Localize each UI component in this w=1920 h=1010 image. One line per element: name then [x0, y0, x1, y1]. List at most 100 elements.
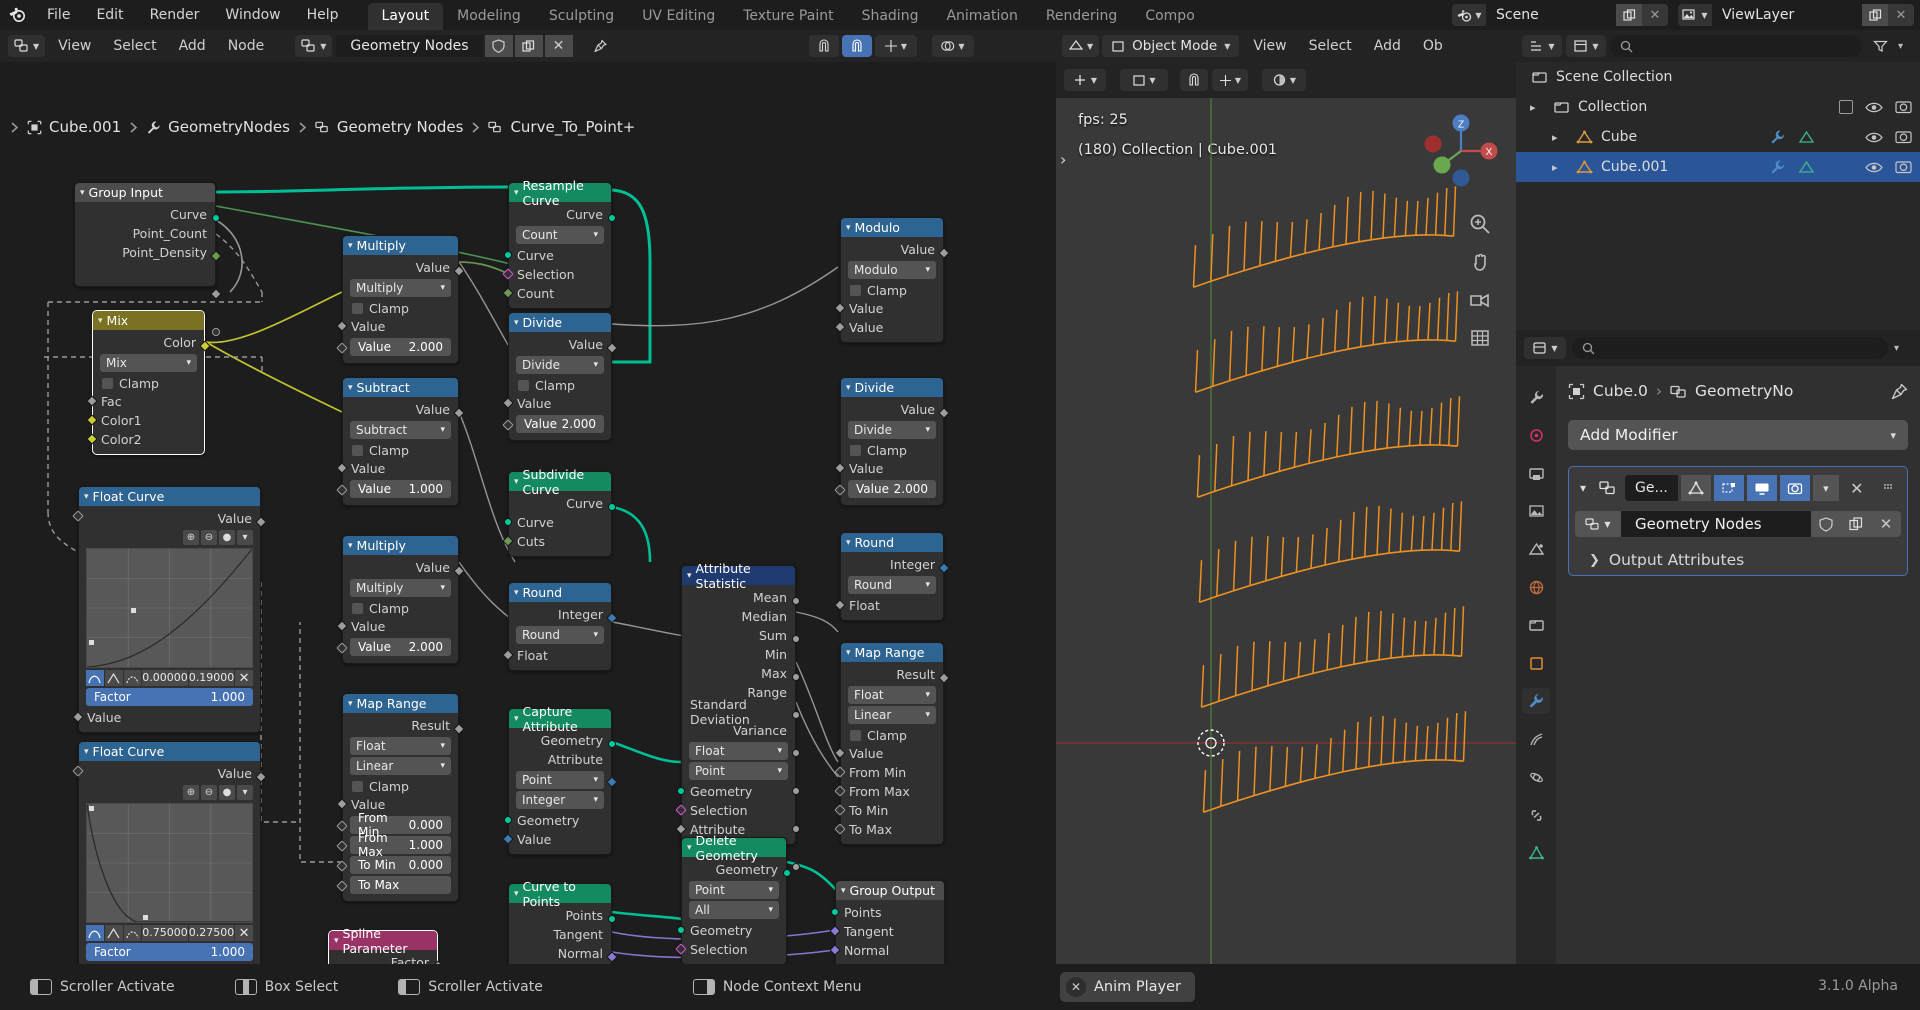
- node-header[interactable]: ▾ Multiply: [343, 236, 458, 255]
- properties-tab-render[interactable]: [1522, 422, 1550, 448]
- auto-handle-icon[interactable]: [123, 670, 142, 686]
- chevron-down-icon[interactable]: ▾: [348, 383, 353, 393]
- curve-point-y[interactable]: 0.27500: [188, 925, 235, 941]
- node-divide_2[interactable]: ▾ Divide Value Divide ▾ Clamp Value Value 2.000: [834, 377, 950, 506]
- chevron-down-icon[interactable]: ▾: [514, 477, 519, 487]
- socket-from-max[interactable]: [834, 785, 846, 797]
- node-dropdown[interactable]: Point ▾: [689, 762, 788, 780]
- socket-to-max[interactable]: [834, 823, 846, 835]
- nodetree-name[interactable]: Geometry Nodes: [336, 35, 483, 57]
- socket-geometry[interactable]: [608, 740, 616, 748]
- chevron-down-icon[interactable]: ▾: [514, 318, 519, 328]
- checkbox[interactable]: [352, 602, 363, 614]
- properties-tab-object-props[interactable]: [1522, 650, 1550, 676]
- top-menu-render[interactable]: Render: [137, 0, 213, 30]
- socket-result[interactable]: [453, 723, 465, 735]
- socket-value[interactable]: [255, 516, 267, 528]
- node-attribute_statistic[interactable]: ▾ Attribute Statistic Mean Median Sum Min Max R…: [675, 561, 800, 871]
- node-header[interactable]: ▾ Group Output: [836, 881, 944, 900]
- socket-to-max[interactable]: [336, 880, 348, 892]
- socket-max[interactable]: [792, 749, 800, 757]
- socket-attribute[interactable]: [675, 823, 687, 835]
- viewport-menu-select[interactable]: Select: [1298, 38, 1363, 54]
- breadcrumb-item-1[interactable]: GeometryNodes: [146, 118, 290, 136]
- collection-checkbox[interactable]: [1839, 100, 1853, 114]
- node-dropdown[interactable]: All ▾: [689, 901, 779, 919]
- modifier-wrench-icon[interactable]: [1769, 159, 1786, 175]
- outliner-display-mode-icon[interactable]: ▼: [1566, 35, 1606, 57]
- socket-value[interactable]: [938, 247, 950, 259]
- node-value-field[interactable]: From Max 1.000: [336, 831, 451, 859]
- outliner-filter-chevron-icon[interactable]: ▾: [1898, 41, 1914, 52]
- duplicate-icon[interactable]: [1841, 511, 1871, 537]
- workspace-tab-shading[interactable]: Shading: [848, 3, 933, 30]
- curve-point[interactable]: [89, 806, 94, 811]
- node-dropdown[interactable]: Count ▾: [516, 226, 604, 244]
- fake-user-icon[interactable]: [484, 35, 513, 57]
- properties-tab-scene[interactable]: [1522, 536, 1550, 562]
- chevron-down-icon[interactable]: ▾: [514, 188, 519, 198]
- node-subtract[interactable]: ▾ Subtract Value Subtract ▾ Clamp Value Value 1.…: [336, 377, 465, 506]
- x-icon[interactable]: ✕: [1871, 511, 1901, 537]
- socket-tangent[interactable]: [829, 925, 841, 937]
- chevron-down-icon[interactable]: ▾: [846, 538, 851, 548]
- properties-tab-constraints[interactable]: [1522, 802, 1550, 828]
- auto-clamped-handle-icon[interactable]: [86, 925, 104, 941]
- properties-tab-output[interactable]: [1522, 460, 1550, 486]
- chevron-down-icon[interactable]: ▾: [348, 541, 353, 551]
- node-checkbox-row[interactable]: Clamp: [841, 441, 943, 459]
- node-delete_geometry[interactable]: ▾ Delete Geometry Geometry Point ▾ All ▾ Geomet…: [675, 833, 791, 964]
- checkbox[interactable]: [850, 729, 861, 741]
- node-curve_to_points[interactable]: ▾Curve to PointsPointsTangentNormalRotat…: [508, 879, 618, 964]
- socket-curve[interactable]: [212, 214, 220, 222]
- zoom-in-icon[interactable]: ⊕: [183, 785, 199, 800]
- chevron-down-icon[interactable]: ▾: [846, 383, 851, 393]
- node-checkbox-row[interactable]: Clamp: [93, 374, 204, 392]
- properties-breadcrumb-modifier[interactable]: GeometryNo: [1695, 382, 1793, 400]
- modifier-nodegroup-name[interactable]: Geometry Nodes: [1621, 511, 1811, 537]
- chevron-down-icon[interactable]: ▾: [237, 785, 253, 800]
- zoom-out-icon[interactable]: ⊖: [201, 530, 217, 545]
- socket-color[interactable]: [199, 340, 211, 352]
- chevron-down-icon[interactable]: ▾: [514, 588, 519, 598]
- properties-search-input[interactable]: [1572, 337, 1888, 359]
- pin-icon[interactable]: [585, 35, 617, 57]
- node-header[interactable]: ▾ Curve to Points: [509, 879, 611, 909]
- hide-in-viewport-icon[interactable]: [1865, 161, 1883, 174]
- node-menu-select[interactable]: Select: [102, 38, 167, 54]
- expand-arrow-icon[interactable]: ▸: [1552, 161, 1558, 174]
- top-menu-window[interactable]: Window: [212, 0, 293, 30]
- node-dropdown[interactable]: Modulo ▾: [848, 261, 936, 279]
- node-header[interactable]: ▾ Divide: [841, 378, 943, 397]
- node-dropdown[interactable]: Float ▾: [848, 686, 936, 704]
- expand-arrow-icon[interactable]: ▸: [1552, 131, 1558, 144]
- checkbox[interactable]: [352, 302, 363, 314]
- node-value-field[interactable]: Value 2.000: [336, 638, 451, 656]
- socket-selection[interactable]: [675, 804, 687, 816]
- add-object-icon[interactable]: ▼: [1064, 69, 1106, 91]
- new-viewlayer-button[interactable]: [1862, 4, 1888, 26]
- socket-float[interactable]: [502, 649, 514, 661]
- node-header[interactable]: ▾ Modulo: [841, 218, 943, 237]
- new-datablock-icon[interactable]: [514, 35, 543, 57]
- socket-value[interactable]: [336, 620, 348, 632]
- modifier-name-field[interactable]: Ge...: [1625, 475, 1678, 501]
- node-value-field[interactable]: Value 2.000: [502, 415, 604, 433]
- viewlayer-icon[interactable]: ▼: [1678, 4, 1712, 26]
- node-dropdown[interactable]: Linear ▾: [848, 706, 936, 724]
- node-canvas[interactable]: ▾ Group Input Curve Point_Count Point_Densit…: [0, 62, 1046, 964]
- node-float_curve_1[interactable]: ▾ Float Curve Value ⊕ ⊖ ● ▾ 0.00000 0.19000 ✕ Fact…: [72, 486, 267, 733]
- checkbox[interactable]: [518, 379, 529, 391]
- checkbox[interactable]: [850, 284, 861, 296]
- node-float_curve_2[interactable]: ▾ Float Curve Value ⊕ ⊖ ● ▾ 0.75000 0.27500 ✕ Fact…: [72, 741, 267, 964]
- scene-icon[interactable]: ▼: [1452, 4, 1486, 26]
- factor-field[interactable]: Factor 1.000: [72, 510, 253, 706]
- node-dropdown[interactable]: Float ▾: [350, 737, 451, 755]
- node-map_range_1[interactable]: ▾ Map Range Result Float ▾ Linear ▾ Clamp Value F…: [336, 693, 465, 902]
- node-dropdown[interactable]: Subtract ▾: [350, 421, 451, 439]
- socket-curve[interactable]: [504, 518, 512, 526]
- chevron-down-icon[interactable]: ▾: [841, 886, 846, 896]
- remove-scene-button[interactable]: ✕: [1642, 4, 1668, 26]
- node-group_output[interactable]: ▾Group OutputPointsTangentNormalRotation: [829, 880, 945, 964]
- node-round_1[interactable]: ▾ Round Integer Round ▾ Float: [502, 582, 618, 671]
